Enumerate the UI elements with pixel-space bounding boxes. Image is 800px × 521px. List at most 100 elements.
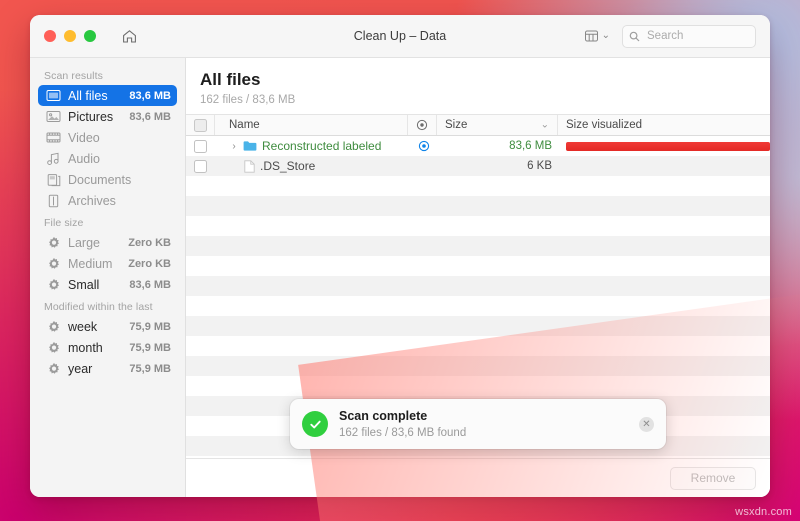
row-size-bar [566,141,770,151]
row-name-cell: › Reconstructed labeled [214,136,410,156]
row-checkbox-empty [186,356,214,376]
row-size-cell-empty [438,316,558,336]
row-reveal-target-empty [410,336,438,356]
table-column-header: Name Size ⌄ Size visualized [186,114,770,136]
table-row-empty [186,336,770,356]
sidebar-item-label: Video [68,130,100,145]
row-size-bar-empty [558,296,770,316]
row-checkbox[interactable] [186,156,214,176]
sidebar-item-label: Archives [68,193,116,208]
row-name-label: Reconstructed labeled [262,139,382,153]
row-name-cell-empty [214,276,410,296]
disclosure-chevron-right-icon[interactable]: › [228,141,240,152]
toast-close-icon[interactable]: ✕ [639,416,654,432]
window-titlebar: Clean Up – Data ⌄ [30,15,770,58]
sidebar-item-video[interactable]: Video [38,127,177,148]
row-size-cell-empty [438,216,558,236]
gear-icon [46,277,61,292]
row-size-bar-empty [558,256,770,276]
pictures-icon [46,109,61,124]
gear-icon [46,235,61,250]
search-input[interactable] [645,29,749,43]
row-checkbox-empty [186,416,214,436]
folder-icon [243,140,257,152]
row-size-bar-empty [558,376,770,396]
titlebar-controls: ⌄ [582,24,756,48]
table-row[interactable]: .DS_Store 6 KB [186,156,770,176]
sidebar-item-label: Medium [68,256,113,271]
sidebar-item-medium[interactable]: Medium Zero KB [38,253,177,274]
column-header-reveal-target-icon[interactable] [407,115,437,135]
scan-complete-toast: Scan complete 162 files / 83,6 MB found … [290,399,666,449]
toast-text: Scan complete 162 files / 83,6 MB found [339,409,628,440]
sidebar-item-all-files[interactable]: All files 83,6 MB [38,85,177,106]
row-checkbox-empty [186,176,214,196]
row-size-cell: 6 KB [438,156,558,176]
sidebar-item-pictures[interactable]: Pictures 83,6 MB [38,106,177,127]
row-name-cell-empty [214,176,410,196]
sidebar-item-label: week [68,319,98,334]
row-reveal-target-empty [410,376,438,396]
gear-icon [46,361,61,376]
row-size-cell-empty [438,256,558,276]
column-header-name[interactable]: Name [215,115,407,135]
row-size-cell-empty [438,456,558,458]
sidebar-item-label: All files [68,88,108,103]
row-name-cell-empty [214,376,410,396]
sidebar-item-week[interactable]: week 75,9 MB [38,316,177,337]
remove-button[interactable]: Remove [670,466,756,490]
all-files-icon [46,88,61,103]
sidebar-item-large[interactable]: Large Zero KB [38,232,177,253]
table-row[interactable]: › Reconstructed labeled 83,6 MB [186,136,770,156]
sidebar-item-label: Pictures [68,109,114,124]
table-row-empty [186,316,770,336]
row-reveal-target-empty [410,356,438,376]
row-name-label: .DS_Store [260,159,316,173]
close-button[interactable] [44,30,56,42]
sidebar-item-year[interactable]: year 75,9 MB [38,358,177,379]
sidebar-item-archives[interactable]: Archives [38,190,177,211]
page-subtitle: 162 files / 83,6 MB [200,94,296,106]
sidebar-item-audio[interactable]: Audio [38,148,177,169]
row-name-cell-empty [214,236,410,256]
row-size-bar-empty [558,236,770,256]
row-size-cell-empty [438,376,558,396]
grid-view-icon[interactable]: ⌄ [582,27,612,45]
row-checkbox-empty [186,296,214,316]
zoom-button[interactable] [84,30,96,42]
row-checkbox-empty [186,276,214,296]
home-icon[interactable] [118,25,140,47]
row-checkbox[interactable] [186,136,214,156]
row-checkbox-empty [186,316,214,336]
row-reveal-target-empty [410,236,438,256]
row-size-bar-empty [558,316,770,336]
row-size-bar-empty [558,336,770,356]
minimize-button[interactable] [64,30,76,42]
row-size-bar-empty [558,356,770,376]
sidebar-item-small[interactable]: Small 83,6 MB [38,274,177,295]
search-field[interactable] [622,24,756,48]
row-size-bar-cell [558,136,770,156]
row-reveal-target-icon[interactable] [410,136,438,156]
sidebar-item-label: Large [68,235,100,250]
sidebar-group-title: Modified within the last [44,301,153,313]
traffic-lights [44,30,96,42]
row-size-cell-empty [438,296,558,316]
main-header: All files 162 files / 83,6 MB [186,58,770,114]
document-icon [244,159,255,173]
row-reveal-target-empty [410,216,438,236]
sidebar-item-size: 83,6 MB [129,110,171,123]
select-all-checkbox[interactable] [186,115,215,135]
sidebar-item-month[interactable]: month 75,9 MB [38,337,177,358]
column-header-size[interactable]: Size ⌄ [437,115,557,135]
row-checkbox-empty [186,436,214,456]
sidebar-item-documents[interactable]: Documents [38,169,177,190]
table-row-empty [186,236,770,256]
sort-chevron-down-icon[interactable]: ⌄ [541,120,549,131]
row-size-bar-empty [558,216,770,236]
table-row-empty [186,176,770,196]
column-header-size-visualized[interactable]: Size visualized [557,115,770,135]
table-row-empty [186,376,770,396]
sidebar: Scan results All files 83,6 MB Pictures 83,6… [30,58,186,497]
page-title: All files [200,70,261,89]
